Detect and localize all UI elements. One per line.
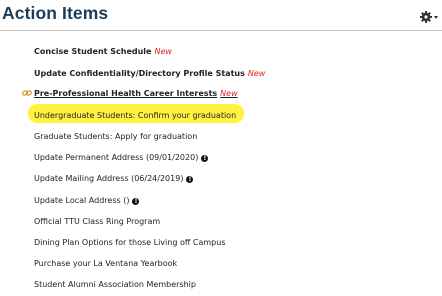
header-divider (0, 30, 442, 31)
new-badge: New (154, 47, 172, 56)
info-icon[interactable]: ! (201, 155, 209, 162)
action-item-permanent-address[interactable]: Update Permanent Address (09/01/2020)! (34, 152, 209, 163)
new-badge: New (220, 89, 238, 98)
action-item-label: Official TTU Class Ring Program (34, 217, 161, 226)
action-item-confirm-graduation[interactable]: Undergraduate Students: Confirm your gra… (34, 110, 236, 121)
action-item-alumni-membership[interactable]: Student Alumni Association Membership (34, 279, 196, 290)
page-title: Action Items (2, 3, 109, 23)
action-item-mailing-address[interactable]: Update Mailing Address (06/24/2019)! (34, 173, 194, 184)
action-item-concise-schedule[interactable]: Concise Student Schedule New (34, 46, 172, 57)
info-icon[interactable]: ! (186, 176, 194, 183)
action-item-label: Concise Student Schedule (34, 47, 152, 56)
action-item-label: Graduate Students: Apply for graduation (34, 132, 198, 141)
action-item-label: Update Confidentiality/Directory Profile… (34, 69, 245, 78)
info-icon[interactable]: ! (132, 198, 140, 205)
action-item-class-ring[interactable]: Official TTU Class Ring Program (34, 216, 160, 227)
gear-icon[interactable] (419, 10, 439, 24)
action-item-dining-plan[interactable]: Dining Plan Options for those Living off… (34, 237, 226, 248)
action-item-confidentiality[interactable]: Update Confidentiality/Directory Profile… (34, 68, 265, 79)
action-item-label: Purchase your La Ventana Yearbook (34, 259, 178, 268)
action-item-health-career[interactable]: Pre-Professional Health Career Interests… (34, 88, 238, 99)
action-item-yearbook[interactable]: Purchase your La Ventana Yearbook (34, 258, 177, 269)
action-item-apply-graduation[interactable]: Graduate Students: Apply for graduation (34, 131, 197, 142)
action-item-local-address[interactable]: Update Local Address ()! (34, 195, 140, 206)
action-item-label: Pre-Professional Health Career Interests (34, 89, 218, 98)
action-item-label: Update Local Address () (34, 196, 130, 205)
action-item-label: Update Mailing Address (06/24/2019) (34, 174, 184, 183)
action-item-label: Student Alumni Association Membership (34, 280, 196, 289)
action-item-label: Update Permanent Address (09/01/2020) (34, 153, 199, 162)
chain-link-icon (22, 90, 32, 96)
new-badge: New (247, 69, 266, 78)
action-item-label: Undergraduate Students: Confirm your gra… (34, 111, 237, 120)
action-item-label: Dining Plan Options for those Living off… (34, 238, 226, 247)
